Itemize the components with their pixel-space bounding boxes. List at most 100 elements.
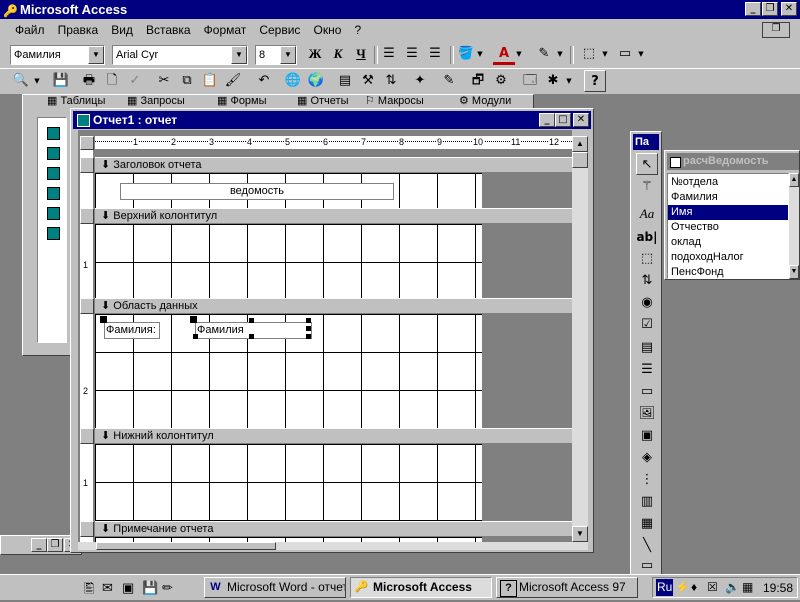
section-selector[interactable] [80, 208, 94, 224]
chevron-down-icon[interactable]: ▼ [475, 43, 485, 65]
volume-icon[interactable]: 🔊 [725, 580, 740, 594]
minimize-button[interactable]: _ [31, 538, 47, 552]
tray-icon[interactable]: ☒ [707, 580, 718, 594]
code-icon[interactable]: ✎ [438, 70, 460, 92]
page-footer-grid[interactable] [95, 444, 482, 521]
section-selector[interactable] [80, 298, 94, 314]
field-item[interactable]: подоходНалог [668, 250, 788, 265]
subreport-icon[interactable]: ▥ [636, 491, 658, 513]
sorting-grouping-icon[interactable]: ⇅ [380, 70, 402, 92]
wizard-icon[interactable]: ⚚ [636, 176, 658, 198]
hyperlink-icon[interactable]: 🌍 [305, 70, 327, 92]
view-icon[interactable]: 🔍 [10, 70, 32, 92]
clock[interactable]: 19:58 [763, 580, 793, 596]
field-list-scrollbar[interactable]: ▲ ▼ [789, 173, 799, 279]
menu-item-help[interactable]: ? [349, 19, 366, 41]
bound-object-icon[interactable]: ◈ [636, 447, 658, 469]
field-list-title-bar[interactable]: расчВедомость [667, 153, 799, 170]
command-button-icon[interactable]: ▭ [636, 381, 658, 403]
field-list-icon[interactable]: ▤ [334, 70, 356, 92]
close-button[interactable]: ✕ [573, 113, 589, 127]
scroll-thumb[interactable] [572, 152, 588, 168]
chevron-down-icon[interactable]: ▼ [231, 46, 247, 64]
pointer-icon[interactable]: ↖ [636, 153, 658, 175]
field-item[interactable]: №отдела [668, 175, 788, 190]
save-icon[interactable]: 💾 [142, 580, 158, 596]
doc-restore-button[interactable]: ❐ [762, 22, 790, 38]
report-object-icon[interactable] [47, 167, 60, 180]
menu-item-tools[interactable]: Сервис [254, 19, 305, 41]
align-center-icon[interactable]: ☰ [401, 43, 423, 65]
italic-button[interactable]: К [327, 43, 349, 65]
page-break-icon[interactable]: ⋮ [636, 469, 658, 491]
line-width-icon[interactable]: ▭ [614, 43, 636, 65]
taskbar-button-access[interactable]: 🔑 Microsoft Access [350, 577, 492, 598]
language-indicator[interactable]: Ru [656, 579, 674, 596]
image-icon[interactable]: 🖼 [636, 403, 658, 425]
combo-box-icon[interactable]: ▤ [636, 337, 658, 359]
minimize-button[interactable]: _ [539, 113, 555, 127]
tab-macros[interactable]: ⚐ Макросы [365, 95, 424, 109]
section-selector[interactable] [80, 428, 94, 444]
title-textbox[interactable]: ведомость [120, 183, 394, 200]
menu-item-window[interactable]: Окно [309, 19, 347, 41]
option-group-icon[interactable]: ⬚ [636, 248, 658, 270]
help-icon[interactable]: ? [584, 70, 606, 92]
horizontal-scrollbar[interactable] [78, 542, 588, 550]
spelling-icon[interactable]: ✓ [124, 70, 146, 92]
field-item[interactable]: оклад [668, 235, 788, 250]
format-painter-icon[interactable]: 🖌 [222, 70, 244, 92]
textbox-move-handle[interactable] [190, 316, 197, 323]
chevron-down-icon[interactable]: ▼ [555, 43, 565, 65]
desktop-icon[interactable]: 🖺 [84, 580, 94, 602]
section-bar-page-header[interactable]: ⬇ Верхний колонтитул [95, 208, 572, 224]
unbound-object-icon[interactable]: ▣ [636, 425, 658, 447]
tray-icon[interactable]: ⚡ [675, 580, 690, 594]
chevron-down-icon[interactable]: ▼ [564, 70, 574, 92]
scroll-up-button[interactable]: ▲ [789, 173, 799, 187]
section-selector[interactable] [80, 157, 94, 173]
chevron-down-icon[interactable]: ▼ [514, 43, 524, 65]
section-bar-page-footer[interactable]: ⬇ Нижний колонтитул [95, 428, 572, 444]
restore-button[interactable]: ❐ [47, 538, 63, 552]
minimize-button[interactable]: _ [745, 2, 761, 16]
list-box-icon[interactable]: ☰ [636, 359, 658, 381]
chevron-down-icon[interactable]: ▼ [88, 46, 104, 64]
field-item-selected[interactable]: Имя [668, 205, 788, 220]
section-bar-detail[interactable]: ⬇ Область данных [95, 298, 572, 314]
page-header-grid[interactable] [95, 224, 482, 298]
tab-reports[interactable]: ▦ Отчеты [297, 95, 348, 109]
underline-button[interactable]: Ч [350, 43, 372, 65]
font-combo[interactable]: Arial Cyr ▼ [112, 45, 248, 65]
report-object-icon[interactable] [47, 227, 60, 240]
scroll-up-button[interactable]: ▲ [572, 136, 588, 152]
ruler-corner[interactable] [80, 136, 94, 150]
tab-tables[interactable]: ▦ Таблицы [47, 95, 105, 109]
chevron-down-icon[interactable]: ▼ [600, 43, 610, 65]
chevron-down-icon[interactable]: ▼ [636, 43, 646, 65]
toolbox-icon[interactable]: ⚒ [357, 70, 379, 92]
toggle-button-icon[interactable]: ⇅ [636, 270, 658, 292]
resize-handle[interactable] [249, 318, 254, 323]
resize-handle[interactable] [306, 318, 311, 323]
font-color-icon[interactable]: A [493, 43, 515, 65]
report-object-icon[interactable] [47, 147, 60, 160]
pencil-icon[interactable]: ✏ [162, 580, 173, 596]
chevron-down-icon[interactable]: ▼ [280, 46, 296, 64]
report-object-icon[interactable] [47, 127, 60, 140]
web-icon[interactable]: 🌐 [282, 70, 304, 92]
fill-color-icon[interactable]: 🪣 [455, 43, 477, 65]
label-icon[interactable]: Aa [636, 203, 658, 225]
menu-item-edit[interactable]: Правка [53, 19, 104, 41]
database-window-icon[interactable]: 🗔 [519, 70, 541, 92]
cut-icon[interactable]: ✂ [153, 70, 175, 92]
taskbar-button-word[interactable]: W Microsoft Word - отчет... [204, 577, 346, 598]
toolbox-title-bar[interactable]: Па [633, 134, 659, 150]
print-icon[interactable]: 🖶 [78, 70, 100, 92]
new-object-icon[interactable]: ✱ [542, 70, 564, 92]
chevron-down-icon[interactable]: ▼ [32, 70, 42, 92]
close-button[interactable]: ✕ [781, 2, 797, 16]
option-button-icon[interactable]: ◉ [636, 292, 658, 314]
border-style-icon[interactable]: ⬚ [578, 43, 600, 65]
resize-handle[interactable] [306, 326, 311, 331]
